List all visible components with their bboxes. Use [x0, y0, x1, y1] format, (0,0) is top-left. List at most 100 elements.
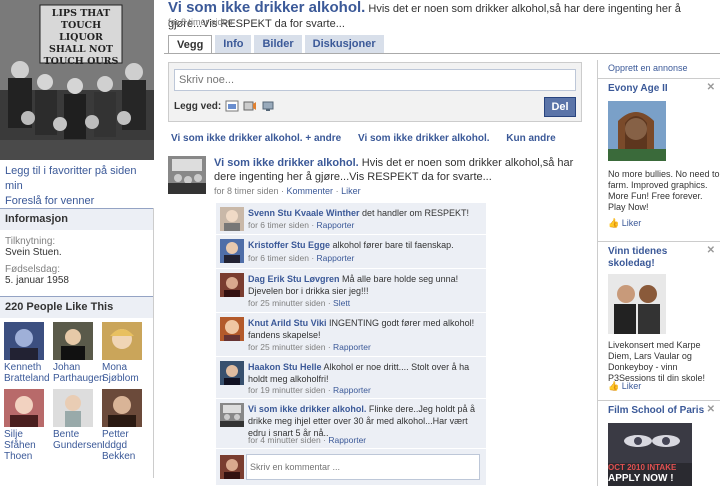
- comment-item: Haakon Stu Helle Alkohol er noe dritt...…: [216, 357, 486, 399]
- ad-title[interactable]: Vinn tidenes skoledag!: [608, 246, 708, 270]
- person-item[interactable]: Mona Sjøblom: [102, 322, 148, 384]
- info-label: Fødselsdag:: [5, 264, 61, 275]
- comment-meta: for 6 timer siden · Rapporter: [248, 253, 355, 263]
- comment-text: det handler om RESPEKT!: [361, 208, 470, 218]
- ad-image[interactable]: [608, 274, 666, 334]
- report-link[interactable]: Rapporter: [317, 253, 355, 263]
- delete-link[interactable]: Slett: [333, 298, 350, 308]
- comment-time: for 6 timer siden: [248, 253, 309, 263]
- attach-label: Legg ved:: [174, 101, 222, 112]
- close-icon[interactable]: ✕: [707, 82, 715, 93]
- info-value: 5. januar 1958: [5, 275, 69, 286]
- person-item[interactable]: Bente Gundersen: [53, 389, 102, 451]
- person-photo[interactable]: [4, 322, 44, 360]
- share-button[interactable]: Del: [544, 97, 576, 117]
- comment-item: Svenn Stu Kvaale Winther det handler om …: [216, 203, 486, 235]
- filter-page-and-others[interactable]: Vi som ikke drikker alkohol. + andre: [171, 133, 341, 144]
- comment-author[interactable]: Kristoffer Stu Egge: [248, 240, 330, 250]
- comment-author[interactable]: Svenn Stu Kvaale Winther: [248, 208, 359, 218]
- filter-others-only[interactable]: Kun andre: [506, 133, 555, 144]
- comment-avatar[interactable]: [220, 317, 244, 341]
- post-author[interactable]: Vi som ikke drikker alkohol.: [214, 157, 359, 169]
- comment-time: for 25 minutter siden: [248, 342, 326, 352]
- tab-divider: [164, 53, 720, 54]
- add-to-favorites-link[interactable]: Legg til i favoritter på siden min: [5, 164, 154, 194]
- create-ad-link[interactable]: Opprett en annonse: [608, 63, 688, 73]
- comment-author[interactable]: Dag Erik Stu Løvgren: [248, 274, 340, 284]
- person-item[interactable]: Johan Parthaugen: [53, 322, 105, 384]
- report-link[interactable]: Rapporter: [333, 342, 371, 352]
- person-photo[interactable]: [53, 322, 93, 360]
- comment-avatar[interactable]: [220, 207, 244, 231]
- thumbs-up-icon: 👍: [608, 218, 620, 228]
- ad-like-label[interactable]: Liker: [622, 381, 642, 391]
- person-photo[interactable]: [53, 389, 93, 427]
- video-attach-icon[interactable]: [243, 100, 257, 112]
- comment-meta: for 25 minutter siden · Slett: [248, 298, 351, 308]
- comment-avatar[interactable]: [220, 403, 244, 427]
- ad-like[interactable]: 👍 Liker: [608, 218, 641, 229]
- person-name[interactable]: Kenneth Bratteland: [4, 362, 50, 384]
- comment-input[interactable]: [246, 454, 480, 480]
- ad-title[interactable]: Film School of Paris: [608, 405, 708, 417]
- tab-wall[interactable]: Vegg: [168, 35, 213, 54]
- tab-info[interactable]: Info: [215, 35, 252, 53]
- person-item[interactable]: Silje Sfåhen Thoen: [4, 389, 50, 462]
- post-avatar[interactable]: [168, 156, 206, 194]
- tab-photos[interactable]: Bilder: [254, 35, 302, 53]
- comment-item: Dag Erik Stu Løvgren Må alle bare holde …: [216, 269, 486, 313]
- person-name[interactable]: Mona Sjøblom: [102, 362, 148, 384]
- person-item[interactable]: Petter Iddgd Bekken: [102, 389, 148, 462]
- comment-avatar[interactable]: [220, 273, 244, 297]
- report-link[interactable]: Rapporter: [333, 385, 371, 395]
- people-like-header: 220 People Like This: [0, 296, 154, 318]
- person-name[interactable]: Bente Gundersen: [53, 429, 102, 451]
- person-name[interactable]: Johan Parthaugen: [53, 362, 105, 384]
- suggest-to-friends-link[interactable]: Foreslå for venner: [5, 194, 154, 209]
- close-icon[interactable]: ✕: [707, 404, 715, 415]
- page-title[interactable]: Vi som ikke drikker alkohol.: [168, 0, 365, 16]
- status-composer: Legg ved: Del: [168, 62, 582, 122]
- profile-picture[interactable]: LIPS THAT TOUCH LIQUOR SHALL NOT TOUCH O…: [0, 0, 154, 160]
- ad-item: Film School of Paris ✕ OCT 2010 INTAKE A…: [598, 400, 720, 486]
- comment-author[interactable]: Knut Arild Stu Viki: [248, 318, 327, 328]
- report-link[interactable]: Rapporter: [328, 435, 366, 445]
- comment-author[interactable]: Vi som ikke drikker alkohol.: [248, 404, 366, 414]
- status-timestamp: for 8 timer siden: [168, 17, 233, 27]
- comment-body: Kristoffer Stu Egge alkohol fører bare t…: [248, 239, 484, 251]
- comment-body: Dag Erik Stu Løvgren Må alle bare holde …: [248, 273, 484, 297]
- ad-like[interactable]: 👍 Liker: [608, 381, 641, 392]
- like-link[interactable]: Liker: [341, 186, 361, 196]
- ad-image[interactable]: OCT 2010 INTAKE APPLY NOW !: [608, 423, 692, 486]
- composer-input[interactable]: [174, 69, 576, 91]
- person-photo[interactable]: [4, 389, 44, 427]
- person-photo[interactable]: [102, 389, 142, 427]
- comment-body: Vi som ikke drikker alkohol. Flinke dere…: [248, 403, 484, 439]
- comment-avatar[interactable]: [220, 239, 244, 263]
- comment-author[interactable]: Haakon Stu Helle: [248, 362, 322, 372]
- comment-item: Knut Arild Stu Viki INGENTING godt fører…: [216, 313, 486, 357]
- person-name[interactable]: Silje Sfåhen Thoen: [4, 429, 50, 462]
- comment-avatar[interactable]: [220, 361, 244, 385]
- link-attach-icon[interactable]: [261, 100, 275, 112]
- info-header: Informasjon: [0, 208, 154, 230]
- comment-item: Kristoffer Stu Egge alkohol fører bare t…: [216, 235, 486, 269]
- ad-image[interactable]: [608, 101, 666, 161]
- ad-image-cta: APPLY NOW !: [608, 473, 674, 484]
- ad-title[interactable]: Evony Age II: [608, 83, 708, 95]
- comment-item: Vi som ikke drikker alkohol. Flinke dere…: [216, 399, 486, 449]
- person-item[interactable]: Kenneth Bratteland: [4, 322, 50, 384]
- comment-link[interactable]: Kommenter: [287, 186, 334, 196]
- photo-attach-icon[interactable]: [225, 100, 239, 112]
- person-photo[interactable]: [102, 322, 142, 360]
- comment-composer: [216, 449, 486, 485]
- filter-page-only[interactable]: Vi som ikke drikker alkohol.: [358, 133, 490, 144]
- comment-meta: for 6 timer siden · Rapporter: [248, 220, 355, 230]
- comment-text: alkohol fører bare til faenskap.: [332, 240, 454, 250]
- tab-discussions[interactable]: Diskusjoner: [304, 35, 384, 53]
- report-link[interactable]: Rapporter: [317, 220, 355, 230]
- ad-like-label[interactable]: Liker: [622, 218, 642, 228]
- person-name[interactable]: Petter Iddgd Bekken: [102, 429, 148, 462]
- info-label: Tilknytning:: [5, 236, 56, 247]
- close-icon[interactable]: ✕: [707, 245, 715, 256]
